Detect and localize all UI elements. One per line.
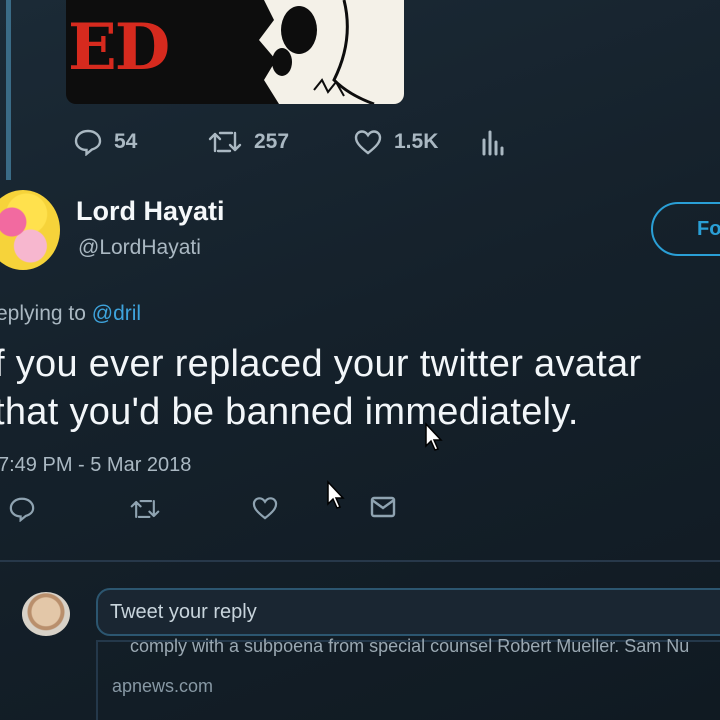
tweet-text-line-1: f you ever replaced your twitter avatar bbox=[0, 343, 642, 385]
tweet-media-image[interactable]: ED bbox=[66, 0, 404, 104]
thread-line bbox=[6, 0, 11, 180]
replying-label: eplying to bbox=[0, 302, 86, 325]
reply-icon[interactable] bbox=[8, 496, 36, 522]
mouse-cursor-icon bbox=[327, 480, 345, 509]
analytics-action[interactable] bbox=[480, 128, 504, 156]
tweet-text-line-2: that you'd be banned immediately. bbox=[0, 391, 579, 433]
tweet-screen: ED 54 257 1.5K Lord Hayati @LordHayati F… bbox=[0, 0, 720, 720]
follow-button[interactable]: Fo bbox=[651, 202, 720, 256]
reply-action[interactable]: 54 bbox=[74, 128, 208, 156]
previous-tweet-actions: 54 257 1.5K bbox=[74, 128, 504, 156]
media-cartoon bbox=[204, 0, 404, 104]
retweet-icon[interactable] bbox=[130, 496, 160, 522]
reply-input[interactable] bbox=[96, 588, 720, 636]
analytics-icon bbox=[482, 130, 504, 156]
retweet-icon bbox=[208, 131, 242, 153]
like-action[interactable]: 1.5K bbox=[354, 129, 480, 155]
tweet-text: f you ever replaced your twitter avatar … bbox=[0, 340, 720, 436]
news-snippet: comply with a subpoena from special coun… bbox=[130, 636, 690, 656]
replying-mention-link[interactable]: @dril bbox=[92, 302, 141, 325]
current-user-avatar[interactable] bbox=[22, 592, 70, 636]
retweet-count: 257 bbox=[254, 130, 290, 153]
like-count: 1.5K bbox=[394, 130, 439, 153]
like-icon[interactable] bbox=[252, 496, 278, 520]
reply-icon bbox=[74, 129, 102, 156]
retweet-action[interactable]: 257 bbox=[208, 128, 354, 156]
tweet-actions bbox=[6, 496, 406, 526]
section-divider bbox=[0, 560, 720, 562]
tweet-timestamp[interactable]: 7:49 PM - 5 Mar 2018 bbox=[0, 454, 191, 477]
display-name[interactable]: Lord Hayati bbox=[76, 196, 225, 227]
mouse-cursor-icon bbox=[425, 422, 443, 451]
replying-to-line: eplying to @dril bbox=[0, 302, 141, 326]
user-handle[interactable]: @LordHayati bbox=[78, 236, 201, 260]
media-red-text: ED bbox=[68, 10, 170, 85]
avatar[interactable] bbox=[0, 190, 60, 270]
reply-count: 54 bbox=[114, 130, 138, 153]
news-domain: apnews.com bbox=[112, 676, 214, 696]
message-icon[interactable] bbox=[370, 496, 396, 518]
like-icon bbox=[354, 130, 382, 155]
